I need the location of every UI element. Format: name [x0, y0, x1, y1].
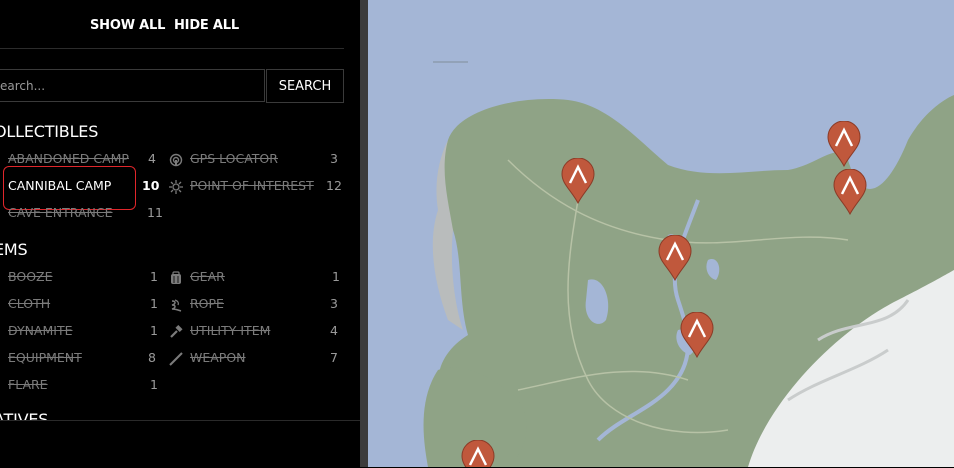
count-dynamite: 1	[150, 323, 158, 338]
filter-item-gear[interactable]: GEAR	[190, 269, 225, 284]
filter-item-abandoned-camp[interactable]: ABANDONED CAMP	[8, 151, 129, 166]
filter-item-flare[interactable]: FLARE	[8, 377, 48, 392]
filter-item-rope[interactable]: ROPE	[190, 296, 224, 311]
count-cloth: 1	[150, 296, 158, 311]
filter-item-cloth[interactable]: CLOTH	[8, 296, 50, 311]
search-button[interactable]: SEARCH	[266, 69, 344, 103]
count-cave-entrance: 11	[147, 205, 163, 220]
filter-item-cave-entrance[interactable]: CAVE ENTRANCE	[8, 205, 113, 220]
filter-item-dynamite[interactable]: DYNAMITE	[8, 323, 72, 338]
terrain-map	[368, 0, 954, 467]
section-title-collectibles: OLLECTIBLES	[0, 122, 99, 141]
filter-item-booze[interactable]: BOOZE	[8, 269, 53, 284]
cannibal-camp-marker[interactable]	[680, 311, 714, 359]
rope-icon	[169, 297, 183, 312]
show-all-button[interactable]: SHOW ALL	[90, 18, 165, 33]
sidebar-scrollbar[interactable]	[360, 0, 368, 467]
cannibal-camp-marker[interactable]	[658, 234, 692, 282]
section-title-items: EMS	[0, 240, 28, 259]
filter-item-utility-item[interactable]: UTILITY ITEM	[190, 323, 270, 338]
divider-line	[0, 48, 344, 49]
filter-item-point-of-interest[interactable]: POINT OF INTEREST	[190, 178, 314, 193]
cannibal-camp-marker[interactable]	[561, 157, 595, 205]
search-input[interactable]	[0, 69, 265, 102]
cannibal-camp-marker[interactable]	[461, 439, 495, 467]
filter-item-equipment[interactable]: EQUIPMENT	[8, 350, 82, 365]
count-rope: 3	[330, 296, 338, 311]
count-weapon: 7	[330, 350, 338, 365]
count-flare: 1	[150, 377, 158, 392]
filter-item-weapon[interactable]: WEAPON	[190, 350, 246, 365]
cannibal-camp-marker[interactable]	[833, 168, 867, 216]
count-point-of-interest: 12	[326, 178, 342, 193]
filter-item-gps-locator[interactable]: GPS LOCATOR	[190, 151, 278, 166]
sidebar: SHOW ALL HIDE ALL SEARCH OLLECTIBLES ABA…	[0, 0, 360, 467]
hide-all-button[interactable]: HIDE ALL	[174, 18, 239, 33]
cannibal-camp-marker[interactable]	[827, 120, 861, 168]
utility-item-icon	[169, 324, 183, 338]
map-canvas[interactable]	[368, 0, 954, 467]
count-equipment: 8	[148, 350, 156, 365]
count-gear: 1	[332, 269, 340, 284]
count-utility-item: 4	[330, 323, 338, 338]
count-booze: 1	[150, 269, 158, 284]
point-of-interest-icon	[169, 179, 183, 194]
sidebar-footer	[0, 420, 368, 468]
count-abandoned-camp: 4	[148, 151, 156, 166]
count-cannibal-camp: 10	[142, 178, 160, 193]
gear-icon	[169, 270, 183, 284]
count-gps-locator: 3	[330, 151, 338, 166]
selection-highlight	[3, 166, 136, 210]
gps-locator-icon	[169, 152, 183, 167]
weapon-icon	[169, 351, 183, 366]
